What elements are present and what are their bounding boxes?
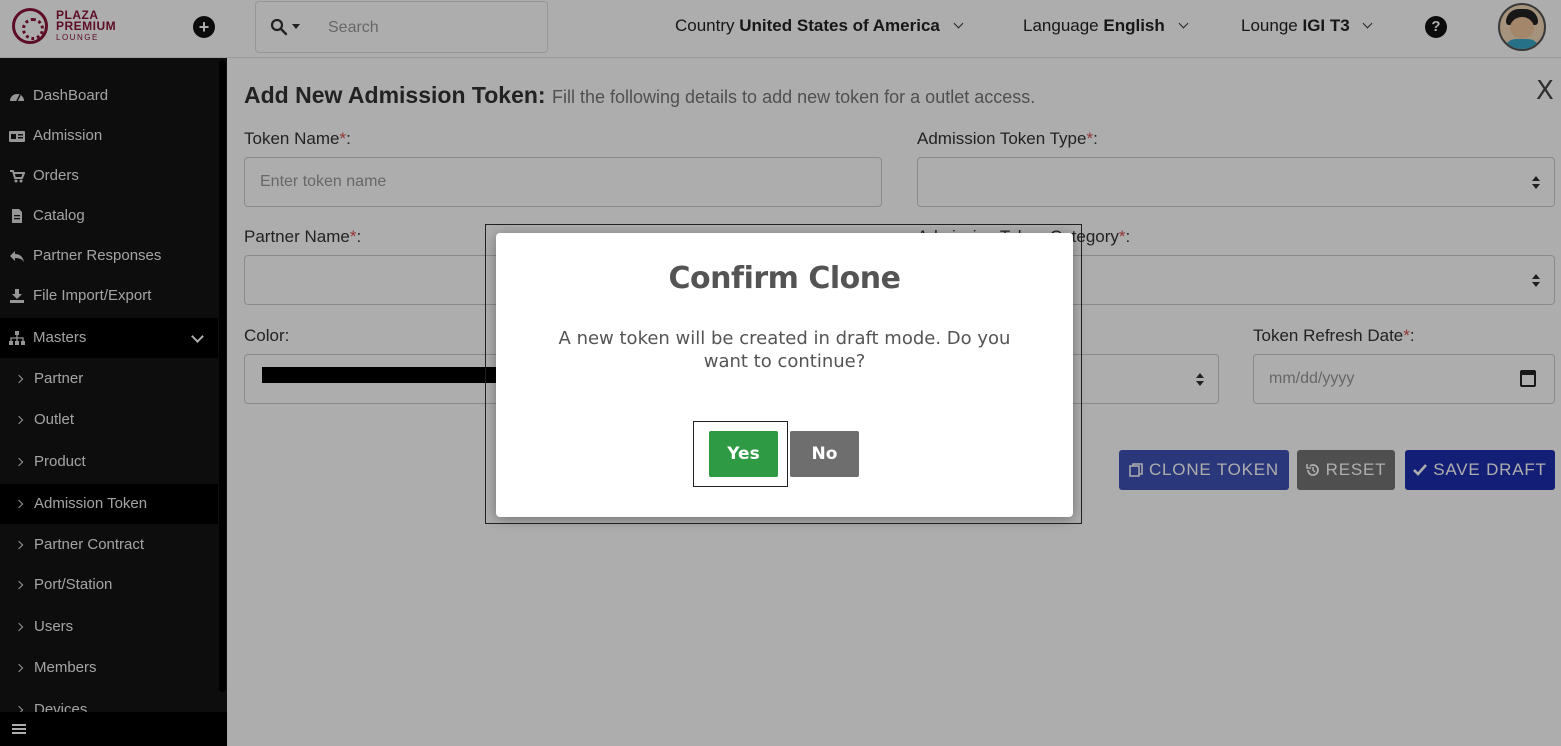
- dialog-title: Confirm Clone: [668, 261, 901, 296]
- confirm-clone-dialog: Confirm Clone A new token will be create…: [496, 233, 1073, 517]
- yes-button[interactable]: Yes: [709, 431, 778, 477]
- no-button[interactable]: No: [790, 431, 859, 477]
- dialog-message: A new token will be created in draft mod…: [558, 328, 1011, 372]
